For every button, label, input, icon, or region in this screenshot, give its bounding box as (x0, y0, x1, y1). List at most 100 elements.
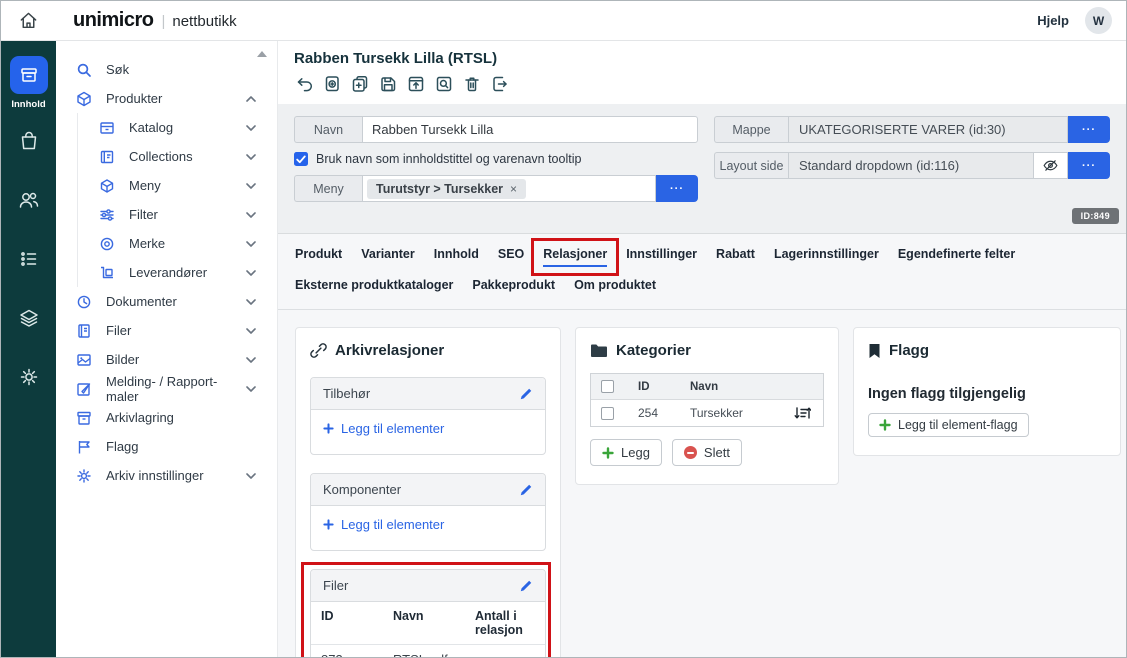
preview-icon[interactable] (434, 74, 454, 94)
green-plus-icon (602, 447, 614, 459)
sidebar-item-bilder[interactable]: Bilder (56, 345, 277, 374)
tab-pakkeprodukt[interactable]: Pakkeprodukt (472, 278, 555, 296)
sidebar-item-meny[interactable]: Meny (78, 171, 277, 200)
edit-pencil-icon[interactable] (519, 483, 533, 497)
filer-panel: Filer ID Navn Antall i relasjon 873 RTSL… (310, 569, 546, 658)
select-all-checkbox[interactable] (601, 380, 614, 393)
layout-field-label: Layout side (714, 152, 788, 179)
chevron-down-icon (246, 357, 256, 363)
history-clock-icon (76, 294, 92, 310)
tab-innstillinger[interactable]: Innstillinger (626, 247, 697, 267)
sidebar-item-produkter[interactable]: Produkter (56, 84, 277, 113)
checked-checkbox[interactable] (294, 152, 308, 166)
save-icon[interactable] (378, 74, 398, 94)
duplicate-icon[interactable] (350, 74, 370, 94)
trash-icon[interactable] (462, 74, 482, 94)
sidebar-item-katalog[interactable]: Katalog (78, 113, 277, 142)
sidebar-item-filter[interactable]: Filter (78, 200, 277, 229)
tab-lagerinnstillinger[interactable]: Lagerinnstillinger (774, 247, 879, 267)
chevron-down-icon (246, 299, 256, 305)
kategorier-table-row[interactable]: 254 Tursekker (591, 399, 823, 426)
avatar[interactable]: W (1085, 7, 1112, 34)
tab-seo[interactable]: SEO (498, 247, 524, 267)
sidebar-item-flagg[interactable]: Flagg (56, 432, 277, 461)
publish-icon[interactable] (406, 74, 426, 94)
menu-tag-chip: Turutstyr > Tursekker × (367, 179, 526, 199)
add-elements-link[interactable]: Legg til elementer (323, 517, 444, 532)
tab-produkt[interactable]: Produkt (295, 247, 342, 267)
add-flag-button[interactable]: Legg til element-flagg (868, 413, 1029, 437)
sidebar-item-arkivlagring[interactable]: Arkivlagring (56, 403, 277, 432)
layout-value: Standard dropdown (id:116) (788, 152, 1034, 179)
eye-slash-icon[interactable] (1034, 152, 1068, 179)
edit-pencil-icon[interactable] (519, 387, 533, 401)
tab-om-produktet[interactable]: Om produktet (574, 278, 656, 296)
green-plus-icon (879, 419, 891, 431)
tab-relasjoner[interactable]: Relasjoner (543, 247, 607, 267)
delete-category-button[interactable]: Slett (672, 439, 742, 466)
edit-square-icon (76, 381, 92, 397)
edit-pencil-icon[interactable] (519, 579, 533, 593)
sidebar-item-sok[interactable]: Søk (56, 55, 277, 84)
archive-storage-icon (76, 410, 92, 426)
cube-icon (76, 91, 92, 107)
sidebar-item-dokumenter[interactable]: Dokumenter (56, 287, 277, 316)
tilbehor-title: Tilbehør (323, 386, 370, 401)
shopping-bag-icon[interactable] (18, 130, 40, 152)
new-item-icon[interactable] (322, 74, 342, 94)
rail-item-innhold[interactable] (10, 56, 48, 94)
komponenter-title: Komponenter (323, 482, 401, 497)
sidebar-item-filer[interactable]: Filer (56, 316, 277, 345)
tab-egendefinerte-felter[interactable]: Egendefinerte felter (898, 247, 1015, 267)
sidebar-item-arkiv-innstillinger[interactable]: Arkiv innstillinger (56, 461, 277, 490)
tab-rabatt[interactable]: Rabatt (716, 247, 755, 267)
scroll-up-icon[interactable] (256, 50, 268, 58)
help-link[interactable]: Hjelp (1037, 13, 1069, 28)
sidebar-item-merke[interactable]: Merke (78, 229, 277, 258)
gear-icon[interactable] (18, 366, 40, 388)
tab-eksterne-produktkataloger[interactable]: Eksterne produktkataloger (295, 278, 453, 296)
chevron-up-icon (246, 96, 256, 102)
brand-logo: unimicro | nettbutikk (73, 9, 237, 32)
layers-icon[interactable] (18, 307, 40, 329)
menu-tags-input[interactable]: Turutstyr > Tursekker × (362, 175, 656, 202)
row-checkbox[interactable] (601, 407, 614, 420)
menu-field-label: Meny (294, 175, 362, 202)
sidebar-item-melding-rapport-maler[interactable]: Melding- / Rapport-maler (56, 374, 277, 403)
arkivrelasjoner-card: Arkivrelasjoner Tilbehør Legg til elemen… (295, 327, 561, 658)
red-minus-icon (684, 446, 697, 459)
collections-icon (99, 149, 115, 165)
tab-varianter[interactable]: Varianter (361, 247, 415, 267)
home-icon[interactable] (18, 10, 39, 31)
chevron-down-icon (246, 125, 256, 131)
folder-more-button[interactable]: ··· (1068, 116, 1110, 143)
brand-target-icon (99, 236, 115, 252)
checklist-icon[interactable] (18, 248, 40, 270)
chevron-down-icon (246, 212, 256, 218)
kategorier-table: ID Navn 254 Tursekker (590, 373, 824, 427)
sidebar-item-leverandorer[interactable]: Leverandører (78, 258, 277, 287)
menu-more-button[interactable]: ··· (656, 175, 698, 202)
content-header: Rabben Tursekk Lilla (RTSL) (278, 41, 1126, 104)
undo-icon[interactable] (294, 74, 314, 94)
sidebar-item-collections[interactable]: Collections (78, 142, 277, 171)
toolbar (294, 74, 1110, 94)
tab-innhold[interactable]: Innhold (434, 247, 479, 267)
export-icon[interactable] (490, 74, 510, 94)
layout-more-button[interactable]: ··· (1068, 152, 1110, 179)
name-input[interactable] (362, 116, 698, 143)
remove-tag-icon[interactable]: × (510, 182, 517, 196)
kategorier-card: Kategorier ID Navn 254 Tursekke (575, 327, 839, 485)
settings-gear-icon (76, 468, 92, 484)
chevron-down-icon (246, 183, 256, 189)
supplier-trolley-icon (99, 265, 115, 281)
filer-table-row[interactable]: 873 RTSL.pdf (311, 645, 545, 658)
users-icon[interactable] (18, 189, 40, 211)
filer-table-header: ID Navn Antall i relasjon (311, 602, 545, 645)
sort-order-icon[interactable] (794, 406, 811, 420)
komponenter-panel: Komponenter Legg til elementer (310, 473, 546, 551)
folder-icon (590, 343, 608, 359)
add-category-button[interactable]: Legg (590, 439, 662, 466)
layout-field-group: Layout side Standard dropdown (id:116) ·… (714, 152, 1110, 179)
add-elements-link[interactable]: Legg til elementer (323, 421, 444, 436)
